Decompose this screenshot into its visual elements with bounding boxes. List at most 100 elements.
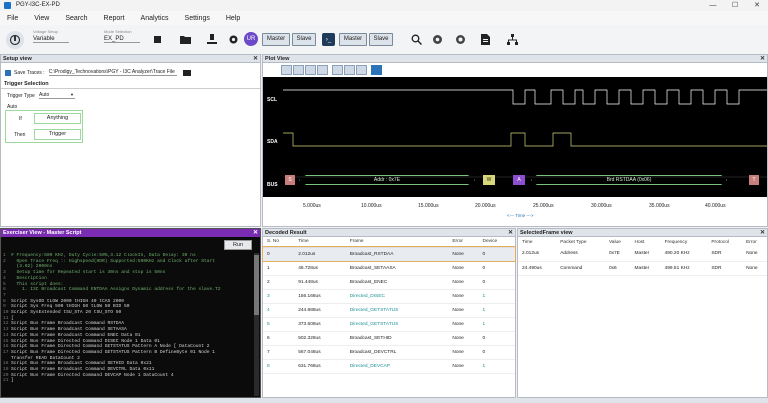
col-error[interactable]: Error <box>448 237 478 247</box>
cell-frame: Directed_GETSTATUS <box>349 307 399 313</box>
search-icon[interactable] <box>410 33 422 45</box>
menu-settings[interactable]: Settings <box>185 15 210 22</box>
maximize-icon[interactable]: ☐ <box>724 0 746 11</box>
bus-tbit-marker[interactable]: T <box>749 175 759 185</box>
table-row[interactable]: 5 373.608us Directed_GETSTATUS None 1 <box>263 317 515 331</box>
menu-search[interactable]: Search <box>65 15 87 22</box>
table-row[interactable]: 7 567.048us Broadcast_DEVCTRL None 0 <box>263 345 515 359</box>
table-row[interactable]: 4 244.888us Directed_GETSTATUS None 1 <box>263 303 515 317</box>
grid-icon[interactable] <box>344 65 355 75</box>
save-traces-checkbox[interactable] <box>5 69 11 76</box>
voltage-select[interactable]: Variable <box>33 36 69 43</box>
menu-file[interactable]: File <box>7 15 18 22</box>
close-icon[interactable]: ✕ <box>760 55 765 63</box>
cursor-icon[interactable] <box>332 65 343 75</box>
if-condition-button[interactable]: Anything <box>34 113 81 124</box>
col-host[interactable]: Host <box>631 237 661 247</box>
master-button[interactable]: Master <box>262 33 290 46</box>
col-error[interactable]: Error <box>742 237 767 247</box>
table-row[interactable]: 2 91.448us Broadcast_ENEC None 0 <box>263 275 515 289</box>
close-icon[interactable]: ✕ <box>253 55 258 63</box>
close-icon[interactable]: ✕ <box>253 229 258 237</box>
table-row[interactable]: 2.012us Address 0x7E Master 490.20 KHz SDR Non… <box>518 247 767 261</box>
col-packet-type[interactable]: Packet Type <box>556 237 605 247</box>
cell-dev: 1 <box>482 293 486 299</box>
cell-no: 1 <box>267 265 270 271</box>
gear-icon[interactable] <box>227 33 239 45</box>
col-time[interactable]: Time <box>518 237 556 247</box>
cell-err: None <box>746 251 758 257</box>
voltage-setup[interactable]: Voltage Setup Variable <box>33 29 69 43</box>
minimize-icon[interactable]: — <box>702 0 724 11</box>
time-tick: 5.000us <box>303 203 321 209</box>
plot-view-title: Plot View <box>265 56 290 62</box>
settings-circle-icon[interactable] <box>431 33 443 45</box>
col-sno[interactable]: S. No <box>263 237 294 247</box>
folder-icon[interactable] <box>179 34 191 44</box>
cell-ptype: Command <box>560 265 583 271</box>
stop-icon[interactable] <box>152 34 162 44</box>
bus-ack-marker[interactable]: A <box>513 175 525 185</box>
close-icon[interactable]: ✕ <box>746 0 768 11</box>
close-icon[interactable]: ✕ <box>508 229 513 237</box>
zoom-out-icon[interactable] <box>305 65 316 75</box>
export-icon[interactable] <box>206 33 218 45</box>
marker-icon[interactable] <box>356 65 367 75</box>
run-button[interactable]: Run <box>224 240 252 250</box>
script-editor[interactable]: 1 # Frequency:500 KHz, Duty Cycle:50%,3.1… <box>3 253 255 396</box>
then-action-button[interactable]: Trigger <box>34 129 81 140</box>
table-row[interactable]: 24.490us Command 0x6 Master 499.51 KHz SDR Non… <box>518 261 767 275</box>
mode-label: Mode Selection <box>104 29 132 34</box>
terminal-icon[interactable]: ›_ <box>322 33 335 46</box>
record-icon[interactable] <box>454 33 466 45</box>
mode-select[interactable]: EX_PD <box>104 36 140 43</box>
bus-write-marker[interactable]: W <box>483 175 495 185</box>
table-row[interactable]: 1 46.728us Broadcast_SETAASA None 0 <box>263 261 515 275</box>
cell-host: Master <box>634 251 650 257</box>
menu-help[interactable]: Help <box>226 15 240 22</box>
bus-address-segment[interactable]: Addr : 0x7E <box>299 175 475 185</box>
col-time[interactable]: Time <box>294 237 346 247</box>
user-avatar[interactable]: UR <box>244 32 258 46</box>
mode-selection[interactable]: Mode Selection EX_PD <box>104 29 140 43</box>
report-icon[interactable] <box>480 33 490 45</box>
measure-icon[interactable] <box>371 65 382 75</box>
cell-time: 2.012us <box>298 251 316 257</box>
exerciser-slave-button[interactable]: Slave <box>369 33 393 46</box>
col-frequency[interactable]: Frequency <box>661 237 708 247</box>
bus-command-segment[interactable]: Brd RSTDAA (0x06) <box>531 175 727 185</box>
menu-report[interactable]: Report <box>104 15 125 22</box>
col-protocol[interactable]: Protocol <box>707 237 742 247</box>
table-row[interactable]: 3 156.168us Directed_DISEC None 1 <box>263 289 515 303</box>
table-row[interactable]: 0 2.012us Broadcast_RSTDAA None 0 <box>262 246 516 262</box>
code-text: Script SysExtended tSU_STA 20 tSU_STO 50 <box>11 310 122 316</box>
pan-icon[interactable] <box>281 65 292 75</box>
zoom-in-icon[interactable] <box>293 65 304 75</box>
cell-frame: Directed_DISEC <box>349 293 385 299</box>
save-traces-path-input[interactable]: C:\Prodigy_Technovations\PGY - I3C Analy… <box>48 69 177 76</box>
bus-start-marker[interactable]: S <box>285 175 295 185</box>
cell-time: 46.728us <box>298 265 318 271</box>
code-text: 1. I3C Broadcast Command ENTDAA Assigns … <box>11 287 221 293</box>
table-row[interactable]: 8 631.768us Directed_DEVCAP None 1 <box>263 359 515 373</box>
scrollbar[interactable] <box>254 253 259 396</box>
zoom-fit-icon[interactable] <box>317 65 328 75</box>
cell-dev: 1 <box>482 321 486 327</box>
menu-analytics[interactable]: Analytics <box>141 15 169 22</box>
network-icon[interactable] <box>506 33 518 45</box>
code-line[interactable]: 6 1. I3C Broadcast Command ENTDAA Assign… <box>3 287 255 293</box>
col-device[interactable]: Device <box>479 237 515 247</box>
col-value[interactable]: Value <box>605 237 631 247</box>
slave-button[interactable]: Slave <box>292 33 316 46</box>
exerciser-master-button[interactable]: Master <box>339 33 367 46</box>
connect-icon[interactable] <box>6 31 24 49</box>
trigger-type-select[interactable]: Auto ▼ <box>39 92 75 99</box>
col-frame[interactable]: Frame <box>346 237 449 247</box>
table-row[interactable]: 6 502.328us Broadcast_SETHID None 0 <box>263 331 515 345</box>
browse-folder-icon[interactable] <box>182 69 191 76</box>
close-icon[interactable]: ✕ <box>760 229 765 237</box>
menu-view[interactable]: View <box>34 15 49 22</box>
code-line[interactable]: 21] <box>3 378 255 384</box>
waveform-area[interactable]: SCL SDA BUS S Addr : 0x7E W A Brd RSTDAA… <box>263 77 767 197</box>
cell-time: 631.768us <box>298 363 321 369</box>
